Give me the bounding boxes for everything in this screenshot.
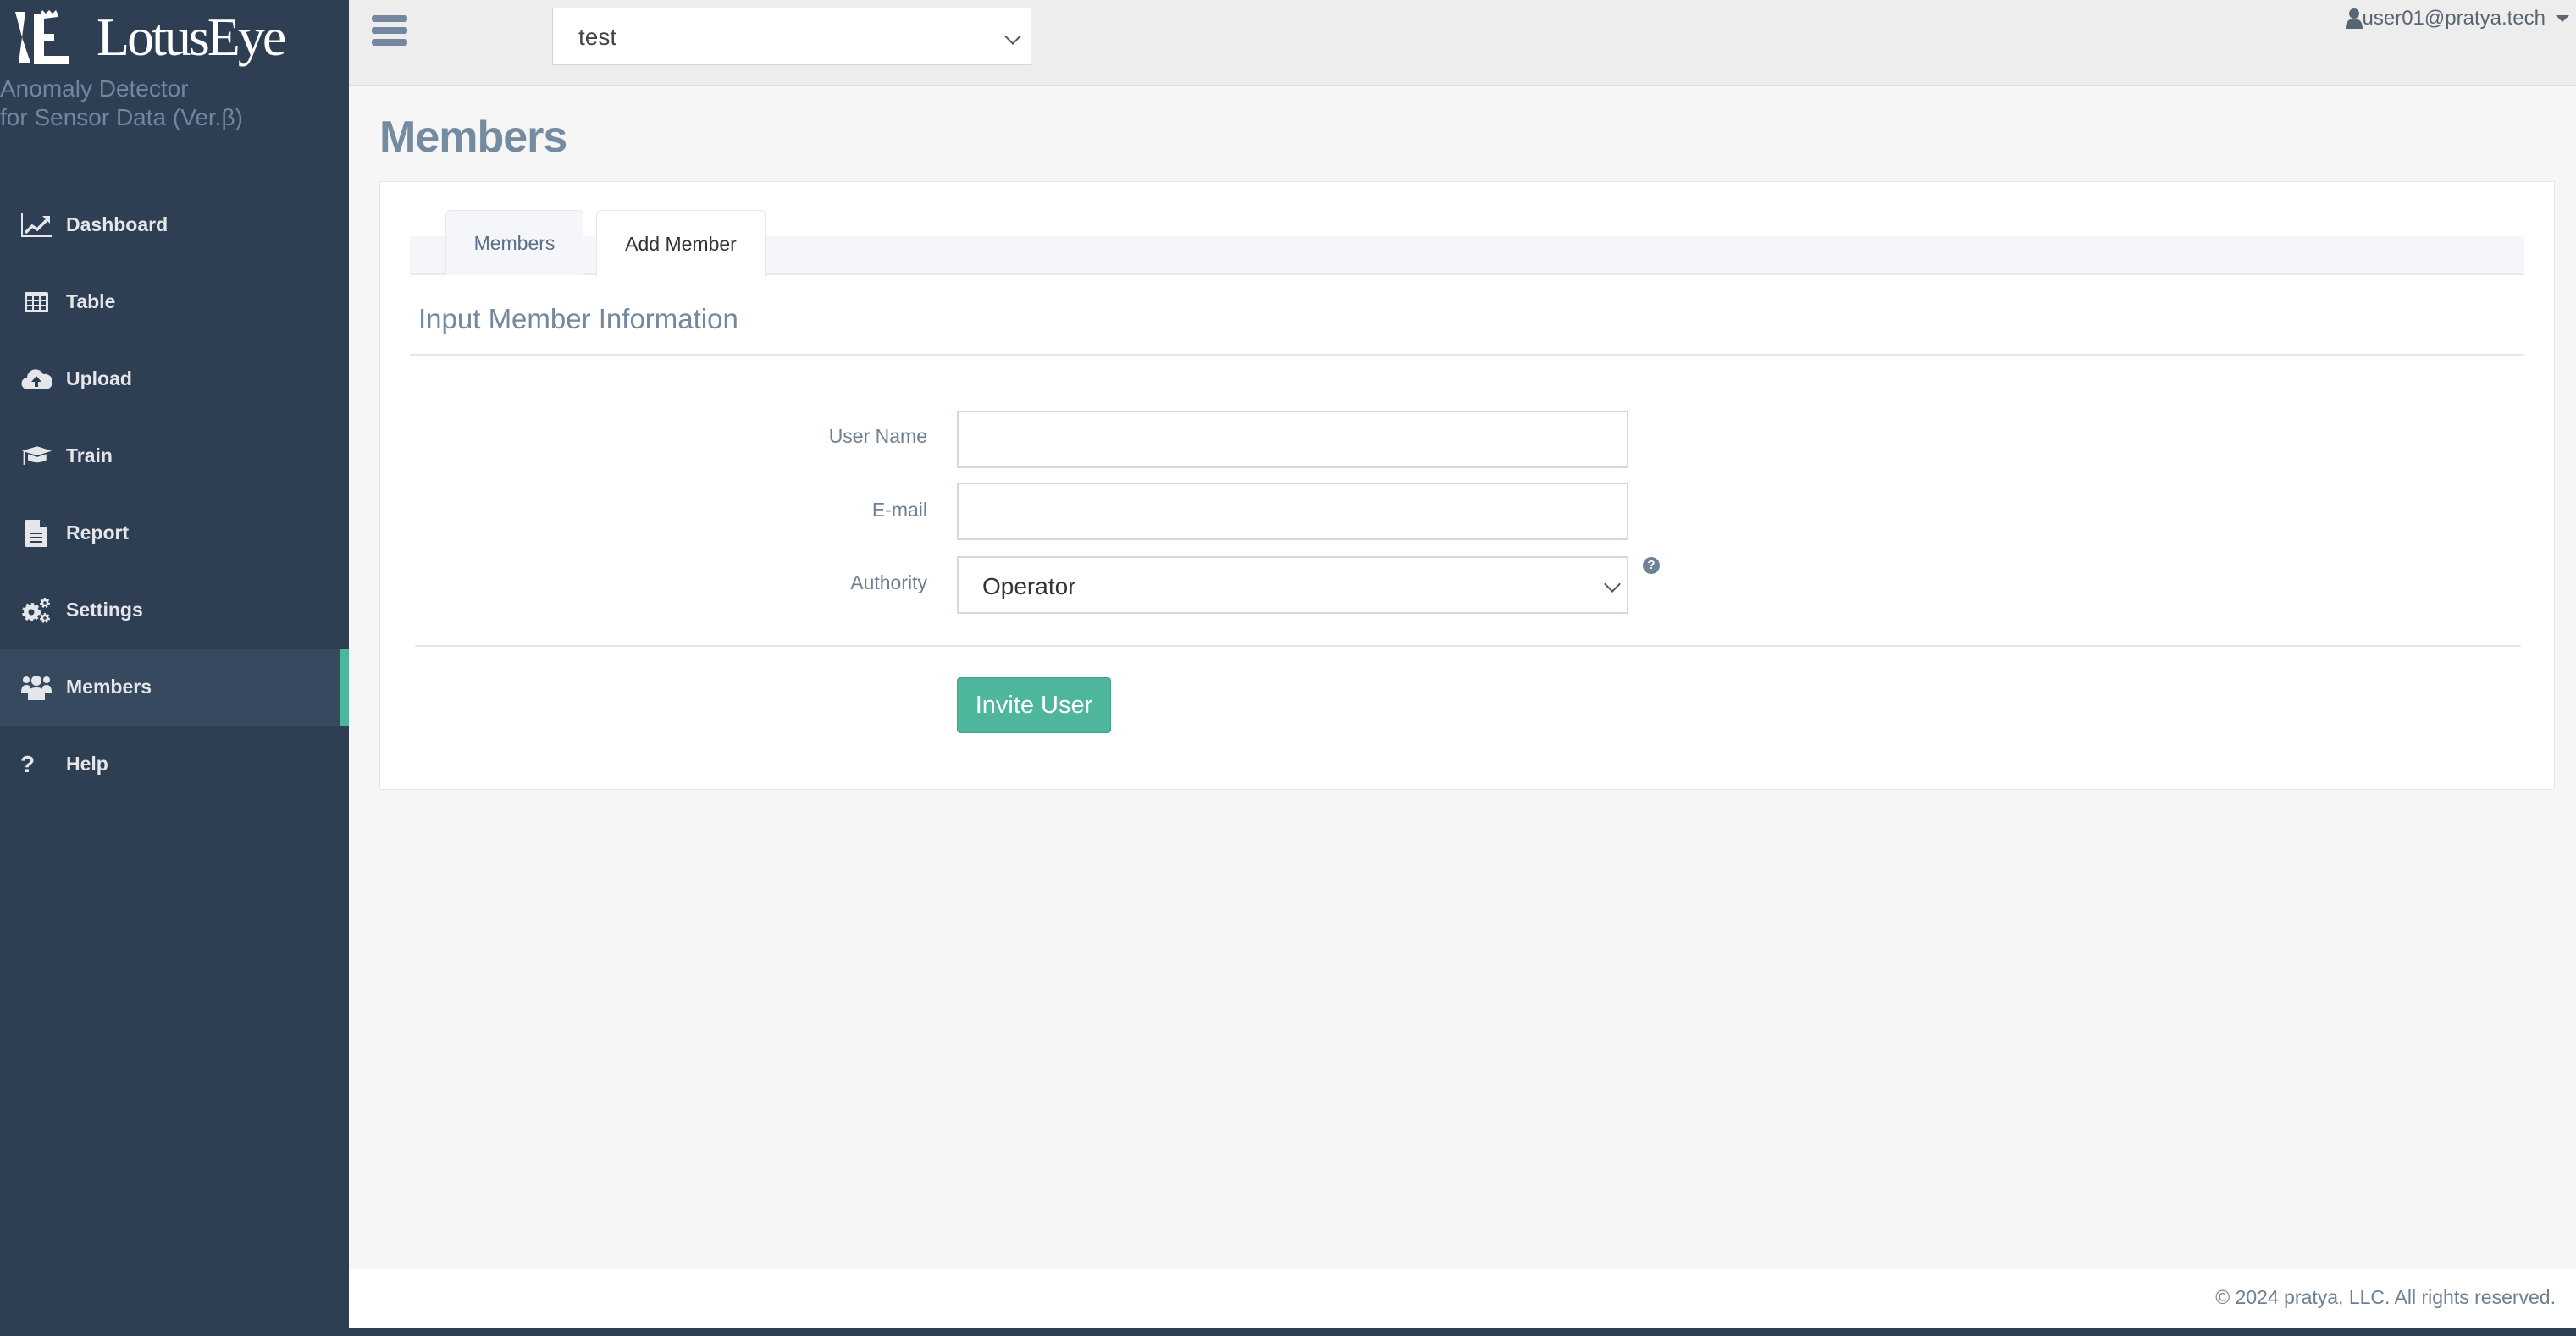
sidebar: LotusEye Anomaly Detector for Sensor Dat… [0,0,349,1336]
section-title: Input Member Information [418,303,738,334]
sidebar-item-settings[interactable]: Settings [0,571,349,649]
invite-user-button[interactable]: Invite User [957,677,1111,733]
brand-tagline: Anomaly Detector for Sensor Data (Ver.β) [0,75,243,132]
user-email: user01@pratya.tech [2362,7,2546,30]
sidebar-item-label: Members [66,676,152,698]
form-divider [415,645,2521,647]
user-menu[interactable]: user01@pratya.tech [2345,7,2569,30]
sidebar-item-label: Report [66,522,130,544]
sidebar-item-label: Upload [66,367,132,389]
section-divider [410,354,2524,356]
table-icon [20,288,53,317]
hamburger-icon-bar [372,27,407,34]
project-select-value: test [578,24,617,50]
tagline-line-1: Anomaly Detector [0,75,189,102]
authority-label: Authority [850,571,927,593]
sidebar-item-help[interactable]: ? Help [0,726,349,803]
brand: LotusEye Anomaly Detector for Sensor Dat… [0,0,349,152]
top-bar: test user01@pratya.tech [349,0,2576,86]
bottom-strip [349,1328,2576,1336]
lotuseye-logo-icon [15,10,69,64]
tab-add-member[interactable]: Add Member [596,210,766,277]
project-select[interactable]: test [552,8,1031,65]
question-icon: ? [20,750,36,777]
sidebar-nav: Dashboard Table Upload Train Report Sett… [0,186,349,803]
sidebar-item-label: Train [66,444,113,466]
tagline-line-2: for Sensor Data (Ver.β) [0,104,243,130]
brand-name: LotusEye [97,7,286,67]
email-label: E-mail [871,499,927,521]
page-title: Members [379,113,567,162]
user-name-label: User Name [828,425,927,447]
hamburger-icon-bar [372,15,407,22]
menu-toggle-button[interactable] [372,15,407,46]
graduation-cap-icon [20,442,53,471]
copyright-text: © 2024 pratya, LLC. All rights reserved. [2215,1286,2556,1308]
users-icon [20,673,53,702]
help-circle-icon[interactable]: ? [1643,557,1660,574]
sidebar-item-report[interactable]: Report [0,494,349,571]
sidebar-item-label: Dashboard [66,213,169,235]
gears-icon [20,596,53,625]
cloud-upload-icon [20,365,53,394]
chevron-down-icon [1604,576,1621,593]
sidebar-item-label: Help [66,753,108,775]
authority-select[interactable]: Operator [957,556,1628,614]
file-text-icon [20,519,53,548]
sidebar-item-upload[interactable]: Upload [0,340,349,417]
user-name-input[interactable] [957,411,1628,468]
email-input[interactable] [957,483,1628,540]
hamburger-icon-bar [372,39,407,46]
user-icon [2345,8,2363,29]
caret-down-icon [2556,15,2569,22]
sidebar-item-members[interactable]: Members [0,649,349,726]
sidebar-item-train[interactable]: Train [0,417,349,494]
footer: © 2024 pratya, LLC. All rights reserved. [349,1269,2576,1328]
sidebar-item-dashboard[interactable]: Dashboard [0,186,349,263]
tab-members[interactable]: Members [445,210,583,275]
sidebar-item-label: Settings [66,599,143,621]
chevron-down-icon [1004,28,1021,45]
authority-select-value: Operator [982,573,1076,599]
sidebar-item-label: Table [66,290,116,312]
line-chart-icon [20,211,53,240]
sidebar-item-table[interactable]: Table [0,263,349,340]
